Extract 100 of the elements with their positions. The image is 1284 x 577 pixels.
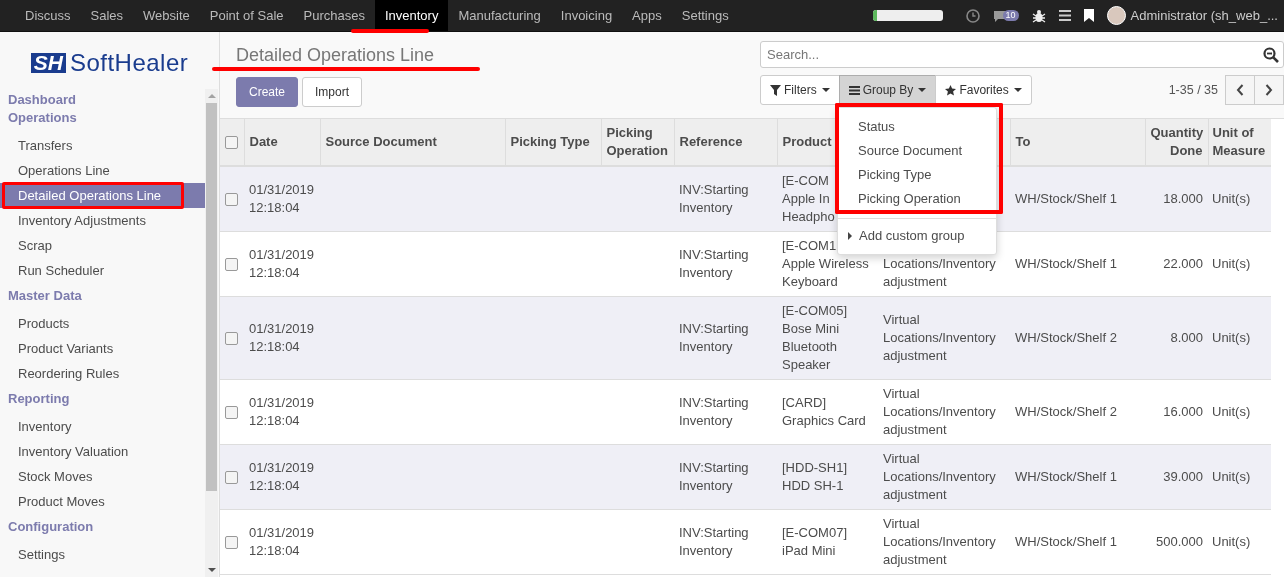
row-checkbox[interactable]	[225, 535, 238, 549]
table-cell: Unit(s)	[1208, 296, 1271, 380]
menu-item[interactable]: Scrap	[0, 233, 205, 258]
column-header[interactable]: Reference	[674, 119, 777, 166]
table-cell: 01/31/2019 12:18:04	[244, 379, 320, 445]
table-cell: Unit(s)	[1208, 444, 1271, 510]
previous-button[interactable]	[1225, 75, 1255, 105]
app-menu-item[interactable]: Manufacturing	[448, 0, 551, 31]
column-header[interactable]: Picking Operation	[601, 119, 674, 166]
scrollbar[interactable]	[205, 89, 218, 577]
column-header[interactable]: Date	[244, 119, 320, 166]
bookmark-icon	[1083, 9, 1094, 22]
table-cell: Unit(s)	[1208, 166, 1271, 232]
clock-icon	[965, 8, 980, 23]
column-header[interactable]: Source Document	[320, 119, 505, 166]
menu-section-header[interactable]: Reporting	[0, 390, 205, 408]
table-cell: INV:Starting Inventory	[674, 296, 777, 380]
menu-item[interactable]: Stock Moves	[0, 464, 205, 489]
menu-item[interactable]: Inventory	[0, 414, 205, 439]
menu-item[interactable]: Product Moves	[0, 489, 205, 514]
table-cell: WH/Stock/Shelf 2	[1010, 379, 1145, 445]
caret-icon	[918, 88, 927, 92]
menu-item[interactable]: Transfers	[0, 133, 205, 158]
select-all-checkbox[interactable]	[225, 135, 238, 149]
table-cell: [HDD-SH1] HDD SH-1	[777, 444, 878, 510]
menu-item[interactable]: Settings	[0, 542, 205, 567]
create-button[interactable]: Create	[236, 77, 299, 107]
group-by-button[interactable]: Group By	[838, 75, 937, 105]
app-menu-item[interactable]: Purchases	[293, 0, 375, 31]
search-icon	[1263, 47, 1279, 63]
table-cell: Virtual Locations/Inventory adjustment	[878, 379, 1010, 445]
row-checkbox[interactable]	[225, 257, 238, 271]
table-cell: Unit(s)	[1208, 231, 1271, 297]
favorites-button[interactable]: Favorites	[935, 75, 1032, 105]
caret-icon	[1013, 88, 1022, 92]
table-cell: 39.000	[1145, 444, 1208, 510]
menu-item[interactable]: Detailed Operations Line	[0, 183, 205, 208]
table-cell: 01/31/2019 12:18:04	[244, 166, 320, 232]
logo-text: SoftHealer	[69, 51, 189, 75]
menu-item[interactable]: Products	[0, 311, 205, 336]
star-icon	[945, 84, 957, 96]
app-menu-item[interactable]: Apps	[622, 0, 672, 31]
app-menu-item[interactable]: Settings	[671, 0, 739, 31]
table-cell: 500.000	[1145, 509, 1208, 575]
menu-item[interactable]: Reordering Rules	[0, 361, 205, 386]
filters-button[interactable]: Filters	[760, 75, 840, 105]
menu-item[interactable]: Operations Line	[0, 158, 205, 183]
pager-value: 1-35 / 35	[1168, 83, 1218, 97]
table-cell: Virtual Locations/Inventory adjustment	[878, 296, 1010, 380]
table-cell: 16.000	[1145, 379, 1208, 445]
table-cell: INV:Starting Inventory	[674, 231, 777, 297]
table-cell: Virtual Locations/Inventory adjustment	[878, 509, 1010, 575]
table-cell: INV:Starting Inventory	[674, 166, 777, 232]
menu-item[interactable]: Inventory Adjustments	[0, 208, 205, 233]
menu-section-header[interactable]: Operations	[0, 109, 205, 127]
table-cell: 01/31/2019 12:18:04	[244, 296, 320, 380]
message-count-badge: 10	[1002, 10, 1019, 21]
app-menu-item[interactable]: Website	[133, 0, 200, 31]
table-cell: 18.000	[1145, 166, 1208, 232]
app-menu-item[interactable]: Inventory	[374, 0, 449, 31]
table-cell: 01/31/2019 12:18:04	[244, 509, 320, 575]
table-cell: [E-COM07] iPad Mini	[777, 509, 878, 575]
chevron-left-icon	[1236, 84, 1244, 96]
menu-section-header[interactable]: Dashboard	[0, 91, 205, 109]
table-cell: WH/Stock/Shelf 1	[1010, 509, 1145, 575]
bug-icon	[1031, 8, 1046, 23]
column-header[interactable]: To	[1010, 119, 1145, 166]
filter-icon	[770, 84, 781, 96]
search-field[interactable]: Search...	[760, 41, 1284, 68]
menu-item[interactable]: Run Scheduler	[0, 258, 205, 283]
list-icon	[848, 84, 860, 96]
row-checkbox[interactable]	[225, 192, 238, 206]
table-cell: 01/31/2019 12:18:04	[244, 231, 320, 297]
next-button[interactable]	[1254, 75, 1284, 105]
table-cell: 22.000	[1145, 231, 1208, 297]
app-menu-item[interactable]: Sales	[80, 0, 134, 31]
menu-section-header[interactable]: Master Data	[0, 287, 205, 305]
table-cell: WH/Stock/Shelf 1	[1010, 231, 1145, 297]
row-checkbox[interactable]	[225, 405, 238, 419]
table-cell: 01/31/2019 12:18:04	[244, 444, 320, 510]
row-checkbox[interactable]	[225, 331, 238, 345]
table-cell: INV:Starting Inventory	[674, 444, 777, 510]
column-header[interactable]: Quantity Done	[1145, 119, 1208, 166]
app-menu-item[interactable]: Point of Sale	[199, 0, 294, 31]
menu-section-header[interactable]: Configuration	[0, 518, 205, 536]
user-name[interactable]: Administrator (sh_web_...	[1130, 8, 1278, 23]
import-button[interactable]: Import	[302, 77, 363, 107]
row-checkbox[interactable]	[225, 470, 238, 484]
app-menu-item[interactable]: Invoicing	[550, 0, 623, 31]
caret-right-icon	[848, 232, 852, 240]
app-menu-item[interactable]: Discuss	[15, 0, 81, 31]
table-cell: Virtual Locations/Inventory adjustment	[878, 444, 1010, 510]
column-header[interactable]: Unit of Measure	[1208, 119, 1271, 166]
menu-item[interactable]: Inventory Valuation	[0, 439, 205, 464]
menu-item[interactable]: Product Variants	[0, 336, 205, 361]
column-header[interactable]: Picking Type	[505, 119, 601, 166]
table-cell: [E-COM05] Bose Mini Bluetooth Speaker	[777, 296, 878, 380]
table-cell: Unit(s)	[1208, 379, 1271, 445]
table-cell: WH/Stock/Shelf 1	[1010, 166, 1145, 232]
menu-icon	[1058, 10, 1071, 21]
